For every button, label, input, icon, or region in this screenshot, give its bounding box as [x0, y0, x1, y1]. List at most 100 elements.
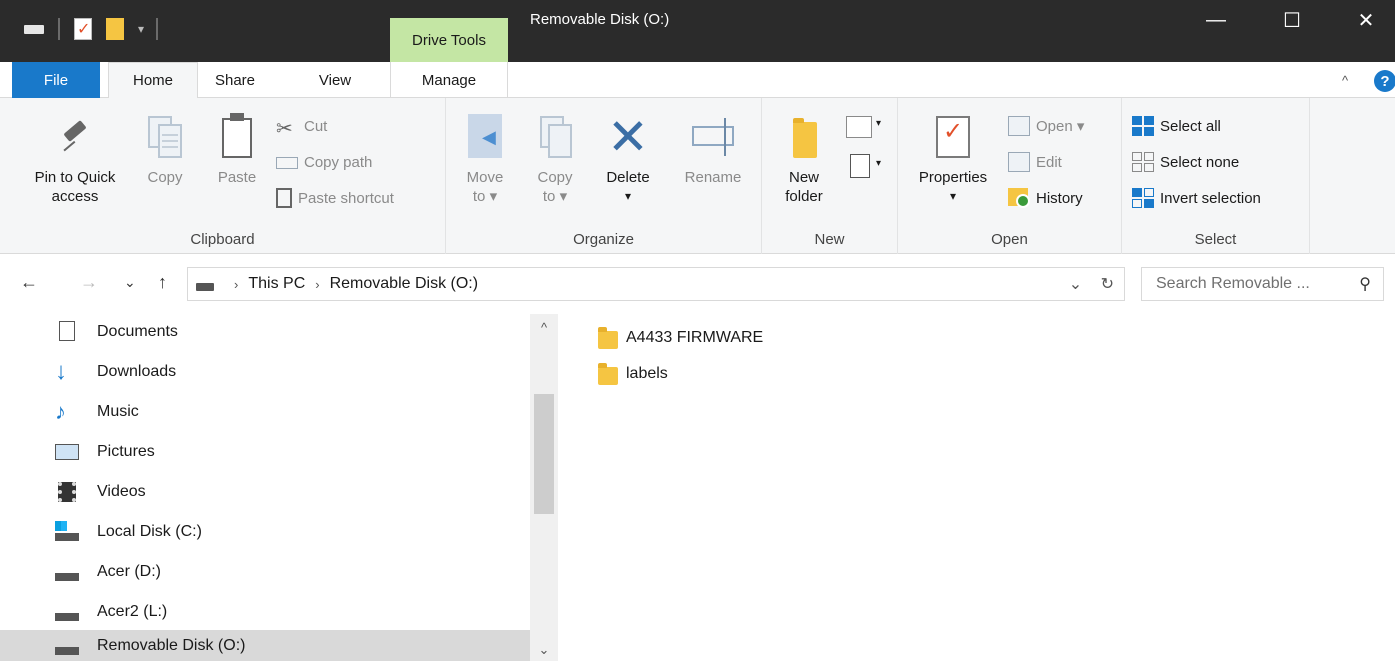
move-to-label-line2: to ▾ [472, 188, 498, 205]
copy-to-label-line1: Copy [537, 169, 573, 186]
search-placeholder: Search Removable ... [1156, 275, 1310, 292]
history-button[interactable]: History [1008, 186, 1083, 210]
tab-file[interactable]: File [12, 62, 100, 98]
tab-manage[interactable]: Manage [390, 62, 508, 98]
properties-label: Properties [918, 169, 988, 186]
edit-icon [1008, 152, 1030, 172]
copy-button[interactable]: Copy [140, 112, 190, 187]
nav-item-local-disk-c[interactable]: Local Disk (C:) [55, 514, 530, 550]
minimize-button[interactable]: — [1186, 0, 1246, 40]
cut-label: Cut [304, 117, 328, 135]
invert-selection-label: Invert selection [1160, 189, 1261, 207]
videos-icon [55, 481, 81, 503]
organize-group: Move to ▾ Copy to ▾ ✕ Delete ▾ Rename Or… [446, 98, 762, 254]
nav-item-acer-d[interactable]: Acer (D:) [55, 554, 530, 590]
properties-dropdown-icon[interactable]: ▾ [950, 187, 956, 206]
close-button[interactable]: ✕ [1336, 0, 1395, 40]
nav-item-label: Acer2 (L:) [97, 603, 168, 620]
delete-button[interactable]: ✕ Delete ▾ [598, 112, 658, 206]
refresh-icon[interactable]: ↻ [1101, 276, 1114, 293]
nav-item-music[interactable]: ♪ Music [55, 394, 530, 430]
delete-dropdown-icon[interactable]: ▾ [625, 187, 631, 206]
copy-icon [144, 112, 186, 162]
tab-view[interactable]: View [305, 62, 365, 98]
select-all-icon [1132, 116, 1154, 136]
pin-to-quick-access-button[interactable]: Pin to Quick access [22, 112, 128, 206]
navigation-bar: ← → ⌄ ↑ › This PC › Removable Disk (O:) … [0, 254, 1395, 314]
nav-item-pictures[interactable]: Pictures [55, 434, 530, 470]
nav-item-label: Acer (D:) [97, 563, 161, 580]
easy-access-dropdown-icon[interactable]: ▾ [876, 158, 881, 169]
breadcrumb-separator-icon[interactable]: › [234, 277, 238, 292]
scroll-down-icon[interactable]: ⌄ [530, 642, 558, 658]
invert-selection-button[interactable]: Invert selection [1132, 186, 1261, 210]
nav-item-label: Documents [97, 323, 178, 340]
breadcrumb-this-pc[interactable]: This PC [248, 275, 305, 293]
new-item-dropdown-icon[interactable]: ▾ [876, 118, 881, 129]
invert-selection-icon [1132, 188, 1154, 208]
nav-item-videos[interactable]: Videos [55, 474, 530, 510]
address-dropdown-icon[interactable]: ⌄ [1069, 276, 1082, 293]
select-all-button[interactable]: Select all [1132, 114, 1221, 138]
drive-icon [55, 601, 81, 623]
rename-button[interactable]: Rename [678, 112, 748, 187]
nav-item-acer2-l[interactable]: Acer2 (L:) [55, 594, 530, 630]
move-to-button[interactable]: Move to ▾ [460, 112, 510, 206]
title-bar: ✓ ▾ Drive Tools Removable Disk (O:) — ☐ … [0, 0, 1395, 62]
drive-tools-context-tab: Drive Tools [390, 18, 508, 62]
easy-access-icon[interactable] [850, 154, 870, 178]
list-item[interactable]: labels [598, 360, 668, 388]
properties-quick-icon[interactable]: ✓ [74, 18, 92, 40]
copy-path-button[interactable]: Copy path [276, 150, 372, 174]
scroll-up-icon[interactable]: ^ [530, 320, 558, 335]
paste-icon [216, 112, 258, 162]
navigation-scrollbar[interactable]: ^ ⌄ [530, 314, 558, 661]
drive-icon[interactable] [24, 24, 44, 34]
cut-button[interactable]: ✂ Cut [276, 114, 328, 141]
toolbar-separator [156, 18, 159, 40]
paste-shortcut-icon [276, 188, 292, 208]
open-button[interactable]: Open ▾ [1008, 114, 1084, 138]
new-item-icon[interactable] [846, 116, 872, 138]
properties-button[interactable]: Properties ▾ [908, 112, 998, 206]
delete-x-icon: ✕ [607, 109, 649, 165]
pin-icon [54, 112, 96, 162]
help-icon[interactable]: ? [1374, 70, 1395, 92]
breadcrumb-separator-icon[interactable]: › [315, 277, 319, 292]
edit-button[interactable]: Edit [1008, 150, 1062, 174]
pin-label-line2: access [51, 188, 99, 205]
list-item[interactable]: A4433 FIRMWARE [598, 324, 763, 352]
nav-item-label: Music [97, 403, 139, 420]
open-label: Open ▾ [1036, 118, 1085, 135]
customize-toolbar-icon[interactable]: ▾ [138, 22, 144, 36]
back-arrow-icon[interactable]: ← [20, 272, 38, 293]
nav-item-downloads[interactable]: ↓ Downloads [55, 354, 530, 390]
folder-icon [598, 327, 618, 349]
copy-to-button[interactable]: Copy to ▾ [530, 112, 580, 206]
toolbar-separator [58, 18, 60, 40]
open-group-label: Open [991, 231, 1028, 248]
recent-locations-chevron-icon[interactable]: ⌄ [124, 274, 136, 291]
file-list: A4433 FIRMWARE labels [558, 314, 1395, 661]
maximize-button[interactable]: ☐ [1262, 0, 1322, 40]
folder-icon [598, 363, 618, 385]
search-icon[interactable]: ⚲ [1359, 274, 1371, 294]
breadcrumb-removable-disk[interactable]: Removable Disk (O:) [330, 275, 478, 293]
tab-share[interactable]: Share [205, 62, 265, 98]
search-box[interactable]: Search Removable ... ⚲ [1141, 267, 1384, 301]
new-folder-button[interactable]: New folder [776, 112, 832, 206]
scroll-thumb[interactable] [534, 394, 554, 514]
nav-item-documents[interactable]: Documents [55, 314, 530, 350]
paste-shortcut-button[interactable]: Paste shortcut [276, 186, 394, 210]
tab-home[interactable]: Home [108, 62, 198, 99]
new-folder-quick-icon[interactable] [106, 18, 124, 40]
nav-item-removable-disk-o[interactable]: Removable Disk (O:) [0, 630, 530, 661]
collapse-ribbon-icon[interactable]: ^ [1335, 62, 1355, 98]
forward-arrow-icon[interactable]: → [80, 272, 98, 293]
paste-button[interactable]: Paste [210, 112, 264, 187]
address-bar[interactable]: › This PC › Removable Disk (O:) ⌄ ↻ [187, 267, 1125, 301]
select-none-button[interactable]: Select none [1132, 150, 1239, 174]
window-title: Removable Disk (O:) [530, 11, 670, 28]
drive-icon [196, 283, 214, 291]
up-arrow-icon[interactable]: ↑ [158, 272, 167, 293]
